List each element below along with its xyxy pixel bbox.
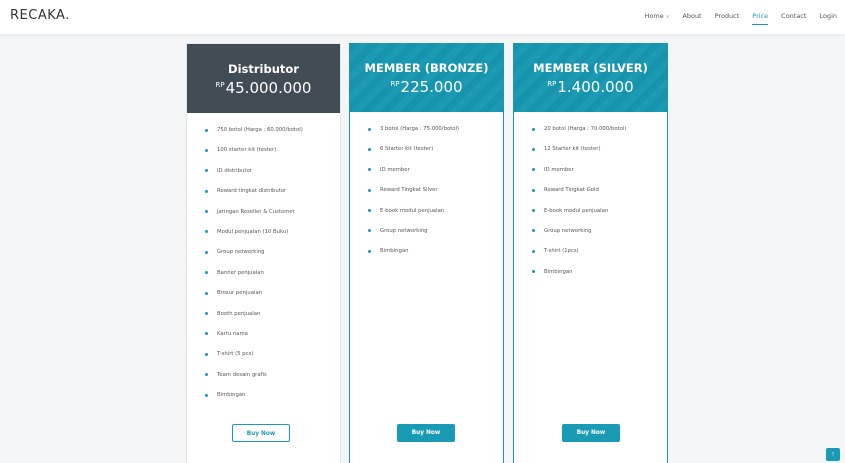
price-amount: 225.000	[400, 78, 463, 96]
feature-item: Group networking	[531, 228, 667, 248]
buy-now-button-bronze[interactable]: Buy Now	[397, 424, 455, 442]
buy-now-button-silver[interactable]: Buy Now	[562, 424, 620, 442]
feature-item: 6 Starter kit (tester)	[367, 146, 503, 166]
buy-now-button-distributor[interactable]: Buy Now	[232, 424, 290, 442]
feature-item: 20 botol (Harga : 70.000/botol)	[531, 126, 667, 146]
feature-item: Reward tingkat distributor	[204, 188, 340, 208]
nav-login[interactable]: Login	[819, 12, 837, 20]
feature-item: Reward Tingkat Silver	[367, 187, 503, 207]
top-navbar: RECAKA. Home ∨ About Product Price Contac…	[0, 0, 845, 34]
pricing-card-distributor: Distributor RP45.000.000 750 botol (Harg…	[186, 43, 341, 463]
price-amount: 45.000.000	[225, 79, 312, 97]
nav-price[interactable]: Price	[752, 12, 768, 25]
feature-item: Bimbingan	[531, 269, 667, 289]
nav-contact[interactable]: Contact	[781, 12, 806, 20]
plan-price: RP225.000	[350, 78, 503, 96]
feature-item: E-book modul penjualan	[367, 208, 503, 228]
nav-home-label: Home	[644, 12, 664, 20]
arrow-up-icon: ↑	[831, 451, 835, 458]
back-to-top-button[interactable]: ↑	[826, 448, 840, 461]
feature-item: Brosur penjualan	[204, 290, 340, 310]
plan-title: MEMBER (SILVER)	[533, 61, 648, 75]
feature-item: Group networking	[204, 249, 340, 269]
feature-item: 100 starter kit (tester)	[204, 147, 340, 167]
feature-item: Group networking	[367, 228, 503, 248]
feature-item: 3 botol (Harga : 75.000/botol)	[367, 126, 503, 146]
feature-item: Kartu nama	[204, 331, 340, 351]
feature-item: T-shirt (5 pcs)	[204, 351, 340, 371]
card-header: Distributor RP45.000.000	[187, 44, 340, 113]
feature-item: Bimbingan	[367, 248, 503, 268]
plan-title: MEMBER (BRONZE)	[364, 61, 489, 75]
feature-item: Banner penjualan	[204, 270, 340, 290]
feature-item: E-book modul penjualan	[531, 208, 667, 228]
feature-item: ID member	[531, 167, 667, 187]
price-currency: RP	[215, 81, 225, 89]
feature-item: Booth penjualan	[204, 311, 340, 331]
feature-list: 3 botol (Harga : 75.000/botol) 6 Starter…	[350, 112, 503, 269]
card-header: MEMBER (SILVER) RP1.400.000	[514, 43, 667, 112]
pricing-card-silver: MEMBER (SILVER) RP1.400.000 20 botol (Ha…	[513, 43, 668, 463]
card-header: MEMBER (BRONZE) RP225.000	[350, 43, 503, 112]
nav-about[interactable]: About	[682, 12, 701, 20]
feature-item: 750 botol (Harga : 60.000/botol)	[204, 127, 340, 147]
chevron-down-icon: ∨	[665, 14, 670, 20]
feature-item: ID member	[367, 167, 503, 187]
feature-list: 750 botol (Harga : 60.000/botol) 100 sta…	[187, 113, 340, 412]
feature-item: Bimbingan	[204, 392, 340, 412]
price-currency: RP	[390, 80, 400, 88]
feature-item: Team desain grafis	[204, 372, 340, 392]
main-nav: Home ∨ About Product Price Contact Login	[632, 12, 837, 25]
price-amount: 1.400.000	[557, 78, 634, 96]
nav-product[interactable]: Product	[715, 12, 740, 20]
feature-list: 20 botol (Harga : 70.000/botol) 12 Start…	[514, 112, 667, 289]
plan-title: Distributor	[228, 62, 299, 76]
feature-item: Modul penjualan (10 Buku)	[204, 229, 340, 249]
feature-item: 12 Starter kit (tester)	[531, 146, 667, 166]
pricing-card-bronze: MEMBER (BRONZE) RP225.000 3 botol (Harga…	[349, 43, 504, 463]
plan-price: RP1.400.000	[514, 78, 667, 96]
price-currency: RP	[547, 80, 557, 88]
feature-item: T-shirt (1pcs)	[531, 248, 667, 268]
nav-home[interactable]: Home ∨	[645, 12, 670, 20]
feature-item: Reward Tingkat Gold	[531, 187, 667, 207]
plan-price: RP45.000.000	[187, 79, 340, 97]
feature-item: ID distributor	[204, 168, 340, 188]
feature-item: Jaringan Reseller & Customer	[204, 209, 340, 229]
brand-logo[interactable]: RECAKA.	[10, 8, 70, 23]
